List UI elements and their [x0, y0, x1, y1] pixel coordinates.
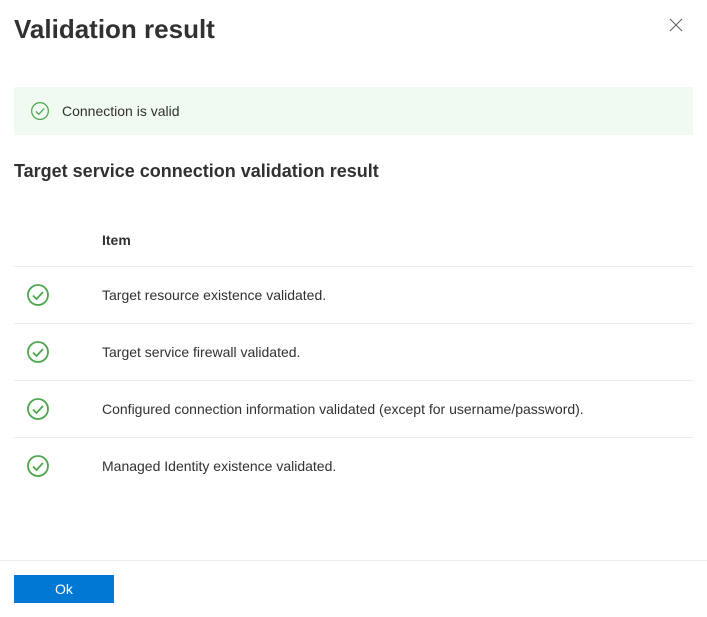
table-row: Target service firewall validated.: [14, 323, 693, 380]
dialog-header: Validation result: [0, 0, 707, 45]
column-header-item: Item: [14, 232, 693, 266]
close-icon: [669, 18, 683, 35]
row-text: Target resource existence validated.: [102, 287, 326, 303]
row-text: Configured connection information valida…: [102, 401, 584, 417]
section-title: Target service connection validation res…: [14, 161, 707, 182]
check-circle-icon: [26, 283, 50, 307]
check-circle-icon: [26, 340, 50, 364]
table-row: Target resource existence validated.: [14, 266, 693, 323]
validation-table: Item Target resource existence validated…: [14, 232, 693, 494]
table-row: Managed Identity existence validated.: [14, 437, 693, 494]
check-circle-icon: [26, 397, 50, 421]
page-title: Validation result: [14, 14, 215, 45]
table-row: Configured connection information valida…: [14, 380, 693, 437]
close-button[interactable]: [665, 14, 687, 39]
check-circle-icon: [30, 101, 50, 121]
dialog-footer: Ok: [0, 560, 707, 617]
row-text: Target service firewall validated.: [102, 344, 300, 360]
check-circle-icon: [26, 454, 50, 478]
status-banner: Connection is valid: [14, 87, 693, 135]
ok-button[interactable]: Ok: [14, 575, 114, 603]
status-text: Connection is valid: [62, 103, 180, 119]
row-text: Managed Identity existence validated.: [102, 458, 336, 474]
